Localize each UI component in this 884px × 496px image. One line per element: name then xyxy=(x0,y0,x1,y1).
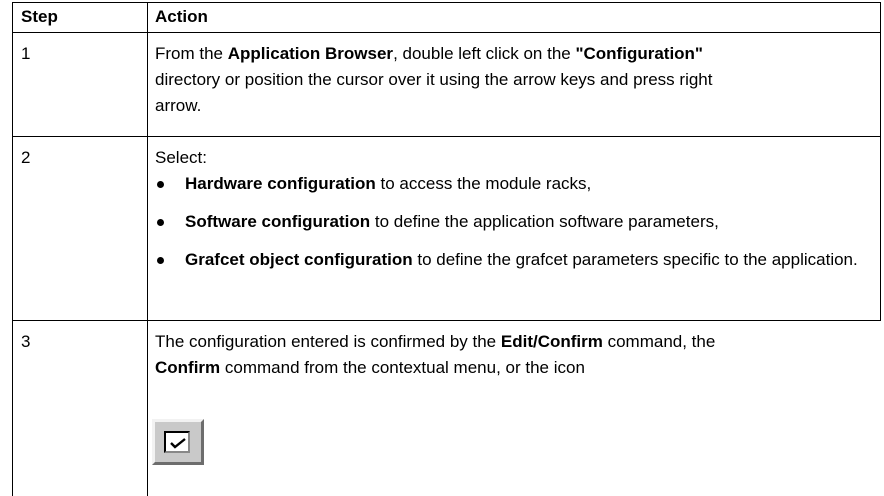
action-line: From the Application Browser, double lef… xyxy=(155,44,703,63)
confirm-check-icon xyxy=(152,419,204,465)
header-cell-action: Action xyxy=(147,3,881,32)
software-configuration-term: Software configuration xyxy=(185,212,371,231)
checkmark-icon xyxy=(170,438,186,449)
steps-table: Step Action 1 From the Application Brows… xyxy=(12,2,881,496)
step-number: 2 xyxy=(21,148,31,167)
action-line: arrow. xyxy=(155,96,202,115)
confirm-term: Confirm xyxy=(155,358,221,377)
list-item: Grafcet object configuration to define t… xyxy=(155,247,870,299)
step-number: 1 xyxy=(21,44,31,63)
configuration-term: "Configuration" xyxy=(575,44,703,63)
table-row: 3 The configuration entered is confirmed… xyxy=(12,320,881,496)
table-row: 1 From the Application Browser, double l… xyxy=(12,32,881,136)
edit-confirm-term: Edit/Confirm xyxy=(500,332,603,351)
header-step-label: Step xyxy=(21,7,58,26)
step-cell: 1 xyxy=(12,33,148,136)
header-cell-step: Step xyxy=(12,3,148,32)
step-cell: 3 xyxy=(12,321,148,496)
action-line: directory or position the cursor over it… xyxy=(155,70,713,89)
step-cell: 2 xyxy=(12,137,148,320)
list-item: Hardware configuration to access the mod… xyxy=(155,171,870,197)
header-action-label: Action xyxy=(155,7,208,26)
application-browser-term: Application Browser xyxy=(227,44,394,63)
select-intro: Select: xyxy=(155,148,207,167)
bullet-icon xyxy=(157,181,164,188)
action-cell: The configuration entered is confirmed b… xyxy=(147,321,881,496)
action-line: The configuration entered is confirmed b… xyxy=(155,332,716,351)
action-line: Confirm command from the contextual menu… xyxy=(155,358,585,377)
table-header-row: Step Action xyxy=(12,2,881,32)
step-number: 3 xyxy=(21,332,31,351)
action-cell: From the Application Browser, double lef… xyxy=(147,33,881,136)
hardware-configuration-term: Hardware configuration xyxy=(185,174,376,193)
bullet-icon xyxy=(157,257,164,264)
grafcet-configuration-term: Grafcet object configuration xyxy=(185,250,413,269)
list-item: Software configuration to define the app… xyxy=(155,209,870,235)
table-row: 2 Select: Hardware configuration to acce… xyxy=(12,136,881,320)
bullet-icon xyxy=(157,219,164,226)
action-cell: Select: Hardware configuration to access… xyxy=(147,137,881,320)
